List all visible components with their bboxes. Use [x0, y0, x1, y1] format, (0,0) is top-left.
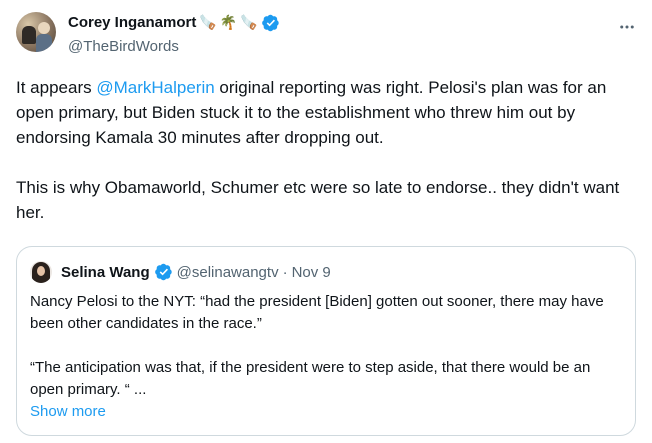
quoted-tweet-header: Selina Wang @selinawangtv · Nov 9	[61, 261, 331, 283]
avatar-figure	[37, 266, 45, 276]
quoted-tweet-date[interactable]: Nov 9	[292, 264, 331, 281]
more-horizontal-icon	[620, 25, 634, 29]
quoted-tweet-card[interactable]: Selina Wang @selinawangtv · Nov 9 Nancy …	[16, 246, 636, 436]
avatar-figure	[38, 22, 50, 34]
show-more-link[interactable]: Show more	[30, 401, 106, 423]
tweet-paragraph: It appears @MarkHalperin original report…	[16, 75, 636, 150]
tweet-text-segment: It appears	[16, 78, 97, 97]
quoted-paragraph: “The anticipation was that, if the presi…	[30, 359, 591, 398]
author-handle[interactable]: @TheBirdWords	[68, 37, 179, 57]
quoted-author-name[interactable]: Selina Wang	[61, 264, 150, 281]
mention-link[interactable]: @MarkHalperin	[96, 78, 214, 97]
separator-dot: ·	[282, 263, 288, 281]
palm-tree-emoji: 🌴	[219, 15, 238, 31]
verified-badge-icon	[154, 263, 172, 281]
saw-emoji: 🪚	[240, 15, 258, 31]
tweet-text: It appears @MarkHalperin original report…	[16, 75, 636, 225]
quoted-tweet-text: Nancy Pelosi to the NYT: “had the presid…	[30, 291, 620, 401]
quoted-paragraph: Nancy Pelosi to the NYT: “had the presid…	[30, 293, 604, 332]
more-options-button[interactable]	[612, 12, 642, 42]
author-display-name-row[interactable]: Corey Inganamort 🪚 🌴 🪚	[68, 13, 280, 33]
saw-emoji: 🪚	[199, 15, 217, 31]
quoted-author-handle[interactable]: @selinawangtv	[177, 264, 279, 281]
author-avatar[interactable]	[16, 12, 56, 52]
author-name[interactable]: Corey Inganamort	[68, 13, 196, 33]
avatar-figure	[22, 26, 36, 44]
verified-badge-icon[interactable]	[261, 14, 280, 32]
quoted-author-avatar[interactable]	[30, 261, 52, 283]
tweet-paragraph: This is why Obamaworld, Schumer etc were…	[16, 178, 620, 222]
avatar-figure	[36, 34, 52, 52]
